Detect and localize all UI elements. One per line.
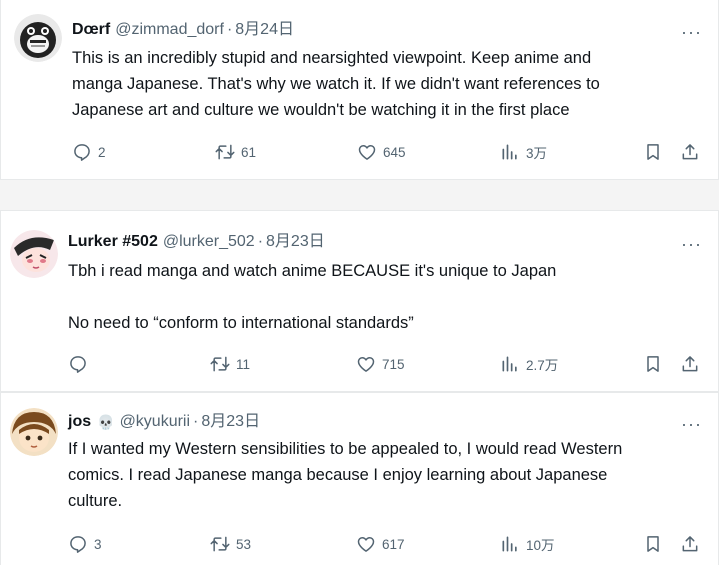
like-icon bbox=[357, 537, 375, 552]
views-count: 2.7万 bbox=[526, 358, 559, 373]
bookmark-icon bbox=[647, 144, 659, 160]
like-icon bbox=[358, 145, 376, 160]
retweet-button[interactable]: 61 bbox=[215, 140, 256, 164]
separator-dot: · bbox=[257, 233, 264, 250]
like-icon bbox=[357, 357, 375, 372]
like-button[interactable]: 715 bbox=[356, 352, 405, 376]
user-handle[interactable]: @kyukurii bbox=[120, 412, 190, 432]
views-button[interactable]: 2.7万 bbox=[500, 352, 558, 376]
retweet-count: 61 bbox=[241, 144, 257, 160]
bookmark-button[interactable] bbox=[643, 352, 663, 376]
more-options-icon[interactable]: ··· bbox=[681, 23, 701, 46]
text-line: This is an incredibly stupid and nearsig… bbox=[72, 49, 592, 67]
user-handle[interactable]: @lurker_502 bbox=[163, 232, 255, 252]
tweet-actions: 3 53 617 10万 bbox=[0, 532, 719, 556]
reply-icon bbox=[70, 356, 86, 373]
bookmark-icon bbox=[647, 536, 659, 552]
views-button[interactable]: 10万 bbox=[500, 532, 555, 556]
tweet-actions: 11 715 2.7万 bbox=[0, 352, 719, 376]
text-line: culture. bbox=[68, 492, 123, 510]
tweet-3: jos 💀 @kyukurii · 8月23日 ··· If I wanted … bbox=[0, 392, 719, 565]
views-icon bbox=[502, 536, 517, 552]
views-count: 10万 bbox=[526, 538, 555, 553]
display-name[interactable]: jos bbox=[68, 412, 91, 432]
tweet-text: Tbh i read manga and watch anime BECAUSE… bbox=[68, 258, 718, 336]
retweet-count: 11 bbox=[236, 356, 251, 372]
avatar[interactable] bbox=[10, 230, 58, 278]
reply-button[interactable] bbox=[68, 352, 94, 376]
retweet-icon bbox=[210, 536, 230, 552]
text-line: If I wanted my Western sensibilities to … bbox=[68, 440, 623, 458]
text-line: comics. I read Japanese manga because I … bbox=[68, 466, 608, 484]
tweet-header: Dœrf @zimmad_dorf · 8月24日 bbox=[72, 20, 294, 40]
tweet-2: Lurker #502 @lurker_502 · 8月23日 ··· Tbh … bbox=[0, 210, 719, 392]
reply-icon bbox=[74, 144, 90, 161]
reply-button[interactable]: 3 bbox=[68, 532, 102, 556]
share-button[interactable] bbox=[680, 140, 700, 164]
like-button[interactable]: 645 bbox=[357, 140, 406, 164]
retweet-count: 53 bbox=[236, 536, 252, 552]
tweet-actions: 2 61 645 3万 bbox=[0, 140, 719, 164]
bookmark-button[interactable] bbox=[643, 140, 663, 164]
user-handle[interactable]: @zimmad_dorf bbox=[115, 20, 224, 40]
tweet-text: This is an incredibly stupid and nearsig… bbox=[72, 45, 719, 123]
views-count: 3万 bbox=[526, 146, 548, 161]
separator-dot: · bbox=[193, 413, 199, 430]
views-icon bbox=[502, 144, 517, 160]
tweet-text: If I wanted my Western sensibilities to … bbox=[68, 436, 718, 514]
tweet-1: Dœrf @zimmad_dorf · 8月24日 ··· This is an… bbox=[0, 0, 719, 180]
text-line: Japanese art and culture we wouldn't be … bbox=[72, 101, 570, 119]
card-separator bbox=[0, 180, 719, 210]
separator-dot: · bbox=[226, 21, 233, 38]
views-button[interactable]: 3万 bbox=[500, 140, 547, 164]
retweet-button[interactable]: 11 bbox=[210, 352, 250, 376]
reply-button[interactable]: 2 bbox=[72, 140, 106, 164]
text-line: No need to “conform to international sta… bbox=[68, 314, 414, 332]
more-options-icon[interactable]: ··· bbox=[681, 235, 701, 258]
retweet-button[interactable]: 53 bbox=[210, 532, 251, 556]
share-button[interactable] bbox=[680, 352, 700, 376]
tweet-header: Lurker #502 @lurker_502 · 8月23日 bbox=[68, 232, 325, 252]
tweet-date[interactable]: 8月23日 bbox=[266, 232, 325, 252]
avatar[interactable] bbox=[10, 408, 58, 456]
bookmark-icon bbox=[647, 356, 659, 372]
retweet-icon bbox=[210, 356, 230, 372]
tweet-date[interactable]: 8月24日 bbox=[235, 20, 294, 40]
skull-emoji-icon: 💀 bbox=[97, 414, 115, 430]
like-count: 617 bbox=[382, 536, 405, 552]
share-icon bbox=[682, 144, 698, 160]
tweet-header: jos 💀 @kyukurii · 8月23日 bbox=[68, 412, 260, 432]
views-icon bbox=[502, 356, 517, 372]
bookmark-button[interactable] bbox=[643, 532, 663, 556]
display-name[interactable]: Lurker #502 bbox=[68, 232, 158, 252]
like-count: 645 bbox=[383, 144, 406, 160]
more-options-icon[interactable]: ··· bbox=[681, 415, 701, 438]
text-line: manga Japanese. That's why we watch it. … bbox=[72, 75, 600, 93]
reply-count: 3 bbox=[94, 536, 102, 552]
display-name[interactable]: Dœrf bbox=[72, 20, 110, 40]
retweet-icon bbox=[215, 144, 235, 160]
reply-icon bbox=[70, 536, 86, 553]
share-icon bbox=[682, 356, 698, 372]
share-icon bbox=[682, 536, 698, 552]
like-count: 715 bbox=[382, 356, 405, 372]
share-button[interactable] bbox=[680, 532, 700, 556]
like-button[interactable]: 617 bbox=[356, 532, 405, 556]
reply-count: 2 bbox=[98, 144, 106, 160]
tweet-date[interactable]: 8月23日 bbox=[201, 412, 260, 432]
avatar[interactable] bbox=[14, 14, 62, 62]
text-line: Tbh i read manga and watch anime BECAUSE… bbox=[68, 262, 557, 280]
